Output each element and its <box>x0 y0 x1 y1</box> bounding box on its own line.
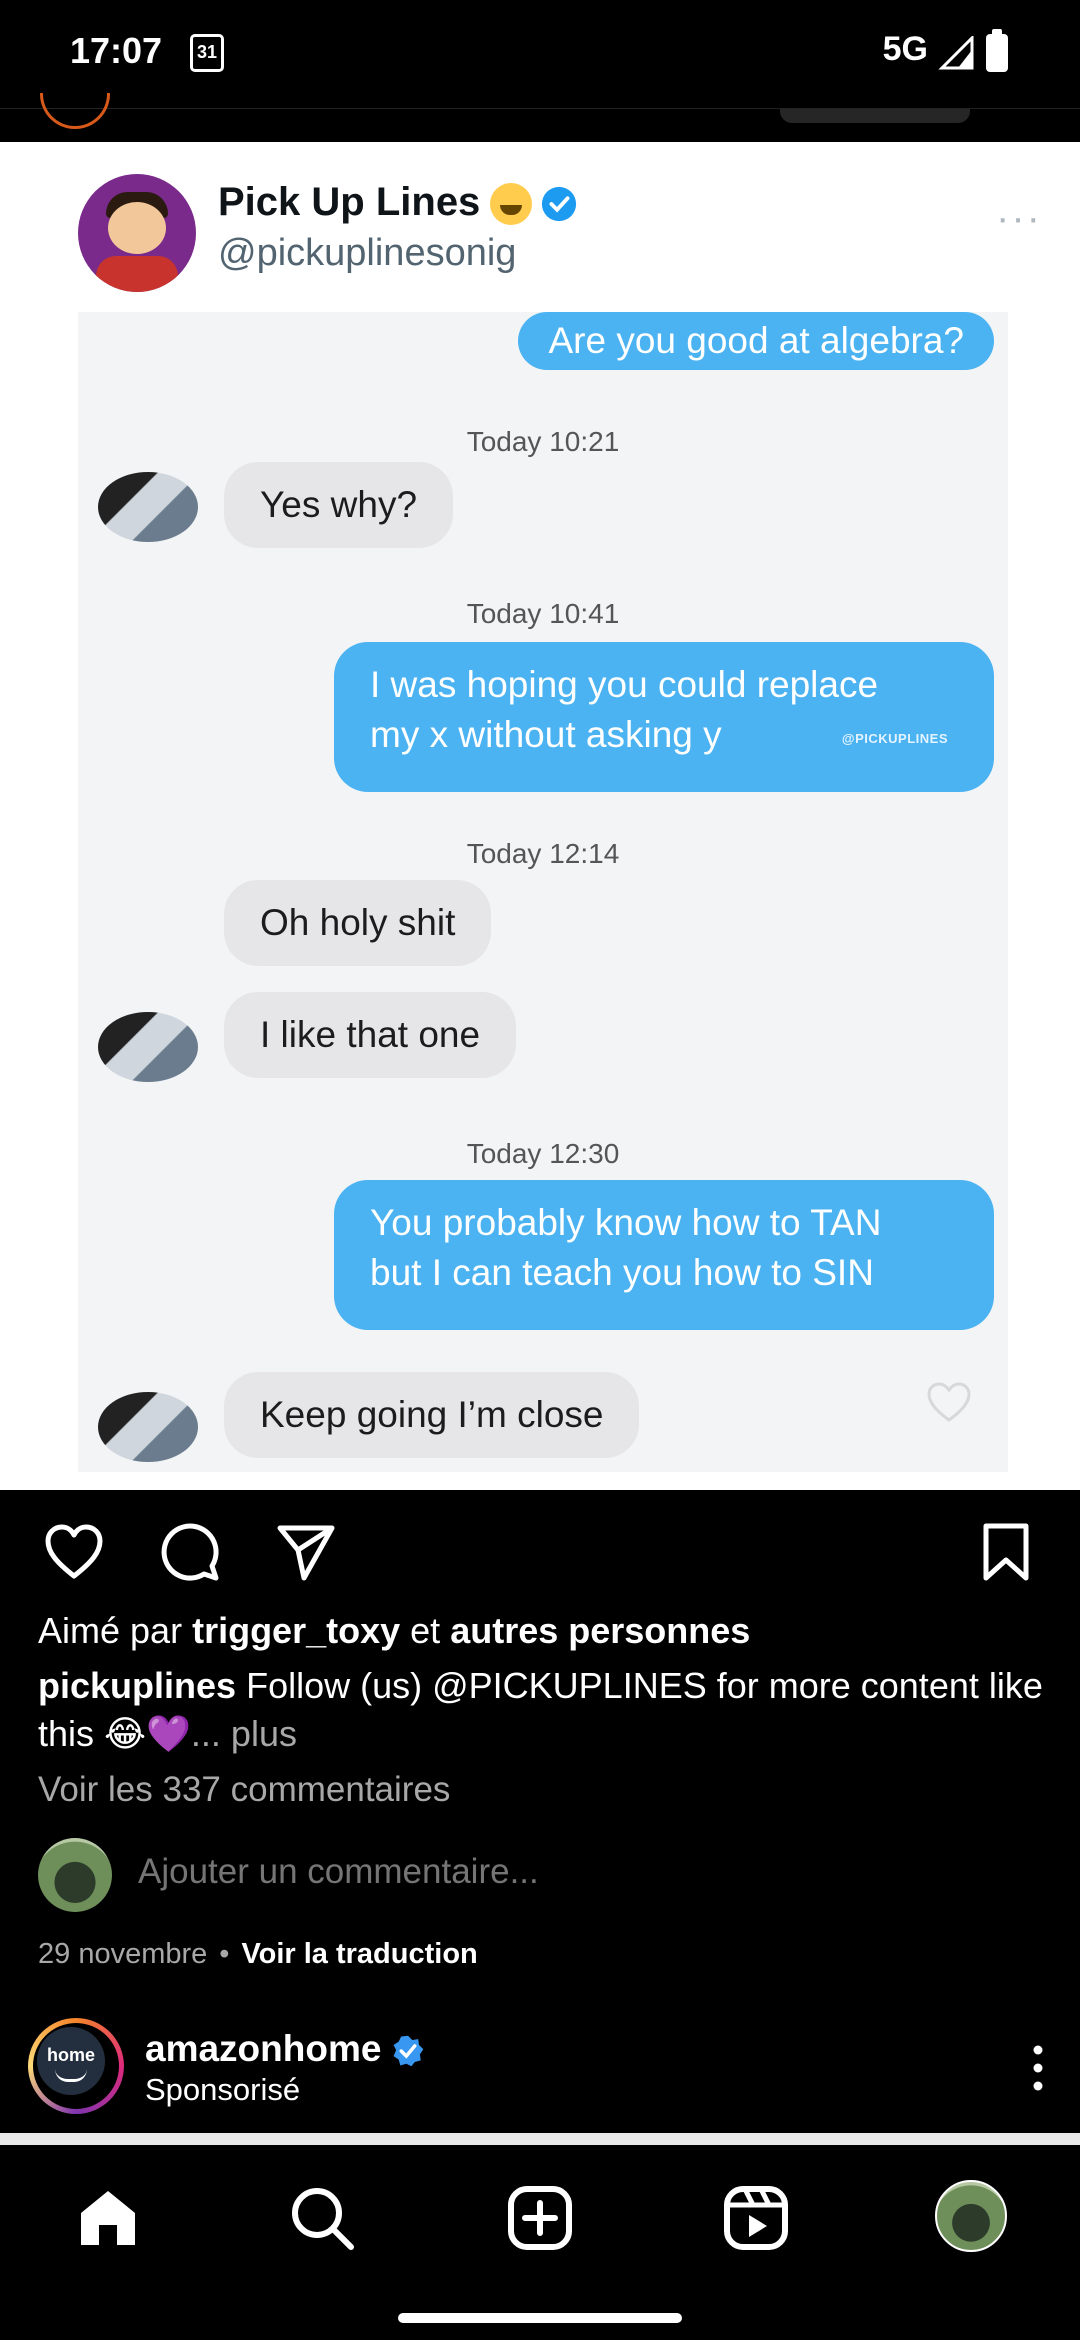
home-icon[interactable] <box>73 2183 143 2253</box>
message-outgoing: Are you good at algebra? <box>518 312 994 370</box>
message-timestamp: Today 10:21 <box>466 426 620 457</box>
amazonhome-logo: home <box>37 2027 105 2095</box>
message-timestamp: Today 12:30 <box>466 1138 620 1169</box>
caption-username[interactable]: pickuplines <box>38 1665 236 1706</box>
status-time: 17:07 <box>70 30 163 71</box>
next-post-header: home amazonhome Sponsorisé <box>0 2010 1080 2130</box>
likes-summary[interactable]: Aimé par trigger_toxy et autres personne… <box>38 1608 1048 1654</box>
amazonhome-avatar[interactable]: home <box>28 2018 124 2114</box>
profile-avatar[interactable] <box>935 2180 1007 2252</box>
battery-icon <box>986 29 1008 72</box>
caption-more-link[interactable]: ... plus <box>191 1713 297 1754</box>
chat-contact-avatar <box>98 1012 198 1082</box>
previous-post-button[interactable] <box>780 109 970 123</box>
chat-screenshot: Are you good at algebra? Today 10:21 Yes… <box>78 312 1008 1472</box>
create-post-icon[interactable] <box>505 2183 575 2253</box>
heart-outline-icon <box>927 1382 971 1422</box>
next-post-username[interactable]: amazonhome <box>145 2028 425 2070</box>
message-outgoing: I was hoping you could replace my x with… <box>334 642 994 792</box>
previous-post-remnant <box>0 93 1080 142</box>
search-icon[interactable] <box>287 2183 357 2253</box>
watermark-label: @PICKUPLINES <box>841 731 948 746</box>
reels-icon[interactable] <box>721 2183 791 2253</box>
message-timestamp: Today 12:14 <box>466 838 620 869</box>
bottom-navigation <box>0 2145 1080 2340</box>
more-options-icon[interactable] <box>1030 2044 1046 2092</box>
tweet-avatar <box>78 174 196 292</box>
chat-contact-avatar <box>98 1392 198 1462</box>
current-user-avatar <box>38 1838 112 1912</box>
signal-icon <box>938 36 974 70</box>
see-translation-link[interactable]: Voir la traduction <box>241 1938 477 1970</box>
rofl-emoji-icon <box>490 183 533 226</box>
add-comment-row <box>38 1838 1048 1914</box>
post-meta: 29 novembre • Voir la traduction <box>38 1938 478 1970</box>
verified-badge-icon <box>542 187 577 222</box>
message-outgoing: You probably know how to TAN but I can t… <box>334 1180 994 1330</box>
chat-contact-avatar <box>98 472 198 542</box>
save-bookmark-icon[interactable] <box>974 1520 1038 1584</box>
message-incoming: I like that one <box>224 992 517 1078</box>
liker-username[interactable]: trigger_toxy <box>192 1610 400 1651</box>
tweet-more-icon: ··· <box>996 196 1042 240</box>
network-type: 5G <box>882 30 928 68</box>
view-comments-link[interactable]: Voir les 337 commentaires <box>38 1770 1048 1810</box>
next-post-media-edge <box>0 2133 1080 2145</box>
tweet-handle: @pickuplinesonig <box>218 232 517 274</box>
message-incoming: Keep going I’m close <box>224 1372 640 1458</box>
add-comment-input[interactable] <box>138 1852 938 1892</box>
status-bar: 17:07 31 5G <box>0 0 1080 108</box>
post-date: 29 novembre <box>38 1938 208 1970</box>
calendar-icon: 31 <box>190 34 224 72</box>
post-action-bar <box>0 1490 1080 1608</box>
tweet-display-name: Pick Up Lines <box>218 180 578 226</box>
verified-badge-icon <box>393 2035 424 2067</box>
comment-bubble-icon[interactable] <box>158 1520 222 1584</box>
post-caption-area: Aimé par trigger_toxy et autres personne… <box>38 1608 1048 1971</box>
sponsored-label: Sponsorisé <box>145 2072 301 2107</box>
gesture-home-indicator[interactable] <box>398 2313 682 2323</box>
post-caption: pickuplines Follow (us) @PICKUPLINES for… <box>38 1662 1048 1758</box>
message-incoming: Yes why? <box>224 462 454 548</box>
post-image[interactable]: Pick Up Lines @pickuplinesonig ··· Are y… <box>0 142 1080 1490</box>
message-incoming: Oh holy shit <box>224 880 492 966</box>
like-heart-icon[interactable] <box>42 1520 106 1584</box>
message-timestamp: Today 10:41 <box>466 598 620 629</box>
share-paper-plane-icon[interactable] <box>274 1520 338 1584</box>
previous-post-avatar <box>40 93 110 129</box>
